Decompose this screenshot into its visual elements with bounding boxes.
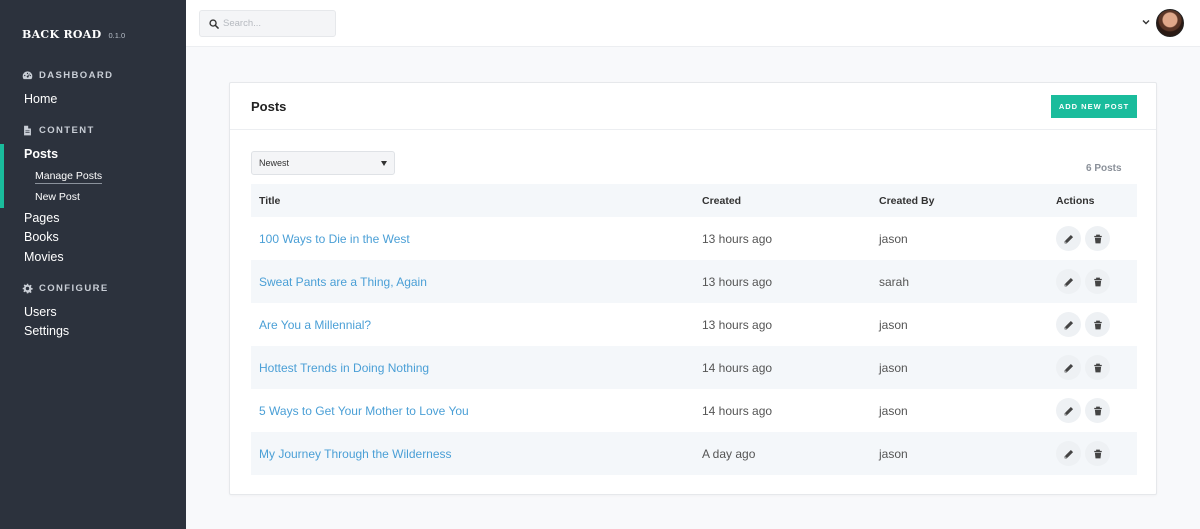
avatar[interactable] — [1156, 9, 1184, 37]
trash-icon — [1093, 277, 1102, 286]
trash-icon — [1093, 234, 1102, 243]
pencil-icon — [1064, 234, 1073, 243]
post-author: jason — [879, 403, 908, 418]
active-indicator — [0, 144, 4, 208]
delete-button[interactable] — [1085, 312, 1110, 337]
post-author: jason — [879, 231, 908, 246]
post-title-link[interactable]: 100 Ways to Die in the West — [259, 232, 410, 246]
post-count: 6 Posts — [1086, 163, 1122, 174]
section-content: CONTENT — [22, 125, 95, 136]
table-row: My Journey Through the Wilderness A day … — [251, 432, 1137, 475]
pencil-icon — [1064, 277, 1073, 286]
post-created: 14 hours ago — [694, 346, 871, 389]
sort-select-value: Newest — [259, 158, 290, 168]
post-created: 13 hours ago — [702, 231, 773, 246]
pencil-icon — [1064, 320, 1073, 329]
edit-button[interactable] — [1056, 355, 1081, 380]
sidebar-item-books[interactable]: Books — [24, 230, 59, 244]
delete-button[interactable] — [1085, 226, 1110, 251]
table-row: 5 Ways to Get Your Mother to Love You 14… — [251, 389, 1137, 432]
delete-button[interactable] — [1085, 398, 1110, 423]
table-header-row: Title Created Created By Actions — [251, 184, 1137, 217]
edit-button[interactable] — [1056, 312, 1081, 337]
topbar — [186, 0, 1200, 47]
post-title-link[interactable]: 5 Ways to Get Your Mother to Love You — [259, 404, 469, 418]
caret-down-icon — [381, 161, 387, 166]
sidebar-subitem-manage-posts[interactable]: Manage Posts — [35, 170, 103, 184]
column-header-created-by[interactable]: Created By — [871, 184, 1048, 217]
post-title-link[interactable]: My Journey Through the Wilderness — [259, 447, 452, 461]
section-configure: CONFIGURE — [22, 283, 109, 294]
pencil-icon — [1064, 363, 1073, 372]
delete-button[interactable] — [1085, 269, 1110, 294]
delete-button[interactable] — [1085, 355, 1110, 380]
trash-icon — [1093, 449, 1102, 458]
post-created: A day ago — [694, 432, 871, 475]
card-header: Posts ADD NEW POST — [230, 83, 1156, 130]
post-author: sarah — [871, 260, 1048, 303]
post-created: 14 hours ago — [702, 403, 773, 418]
sidebar-item-pages[interactable]: Pages — [24, 211, 59, 225]
edit-button[interactable] — [1056, 226, 1081, 251]
posts-table: Title Created Created By Actions 100 Way… — [251, 184, 1137, 475]
search-box[interactable] — [199, 10, 336, 37]
post-author: jason — [871, 432, 1048, 475]
post-author: jason — [871, 346, 1048, 389]
delete-button[interactable] — [1085, 441, 1110, 466]
post-title-link[interactable]: Are You a Millennial? — [259, 318, 371, 332]
add-new-post-button[interactable]: ADD NEW POST — [1051, 95, 1137, 118]
brand[interactable]: BACK ROAD 0.1.0 — [22, 28, 125, 41]
dashboard-icon — [22, 71, 33, 80]
table-row: Hottest Trends in Doing Nothing 14 hours… — [251, 346, 1137, 389]
column-header-actions: Actions — [1048, 184, 1137, 217]
edit-button[interactable] — [1056, 441, 1081, 466]
edit-button[interactable] — [1056, 269, 1081, 294]
brand-version: 0.1.0 — [108, 31, 126, 40]
sidebar-item-movies[interactable]: Movies — [24, 250, 64, 264]
sidebar-item-users[interactable]: Users — [24, 305, 57, 319]
sidebar-item-posts[interactable]: Posts — [24, 147, 58, 161]
sort-select[interactable]: Newest — [251, 151, 395, 175]
posts-card: Posts ADD NEW POST Newest 6 Posts Title … — [229, 82, 1157, 495]
search-icon — [209, 18, 219, 29]
brand-name: BACK ROAD — [22, 28, 102, 41]
post-created: 13 hours ago — [702, 317, 773, 332]
sidebar-item-home[interactable]: Home — [24, 92, 57, 106]
section-label: DASHBOARD — [39, 70, 114, 81]
post-title-link[interactable]: Hottest Trends in Doing Nothing — [259, 361, 429, 375]
trash-icon — [1093, 406, 1102, 415]
column-header-created[interactable]: Created — [694, 184, 871, 217]
section-dashboard: DASHBOARD — [22, 70, 113, 81]
sidebar: BACK ROAD 0.1.0 DASHBOARD Home CONTENT P… — [0, 0, 186, 529]
file-icon — [24, 125, 31, 136]
sidebar-subitem-new-post[interactable]: New Post — [35, 191, 80, 203]
trash-icon — [1093, 320, 1102, 329]
table-row: Are You a Millennial? 13 hours ago jason — [251, 303, 1137, 346]
column-header-title[interactable]: Title — [251, 184, 694, 217]
edit-button[interactable] — [1056, 398, 1081, 423]
gear-icon — [22, 283, 33, 294]
post-author: jason — [879, 317, 908, 332]
chevron-down-icon[interactable] — [1141, 17, 1151, 27]
trash-icon — [1093, 363, 1102, 372]
search-input[interactable] — [223, 18, 323, 29]
section-label: CONTENT — [39, 125, 95, 136]
pencil-icon — [1064, 449, 1073, 458]
table-row: 100 Ways to Die in the West 13 hours ago… — [251, 217, 1137, 260]
post-title-link[interactable]: Sweat Pants are a Thing, Again — [259, 275, 427, 289]
post-created: 13 hours ago — [694, 260, 871, 303]
pencil-icon — [1064, 406, 1073, 415]
section-label: CONFIGURE — [39, 283, 109, 294]
page-title: Posts — [251, 99, 287, 114]
table-row: Sweat Pants are a Thing, Again 13 hours … — [251, 260, 1137, 303]
sidebar-item-settings[interactable]: Settings — [24, 324, 69, 338]
